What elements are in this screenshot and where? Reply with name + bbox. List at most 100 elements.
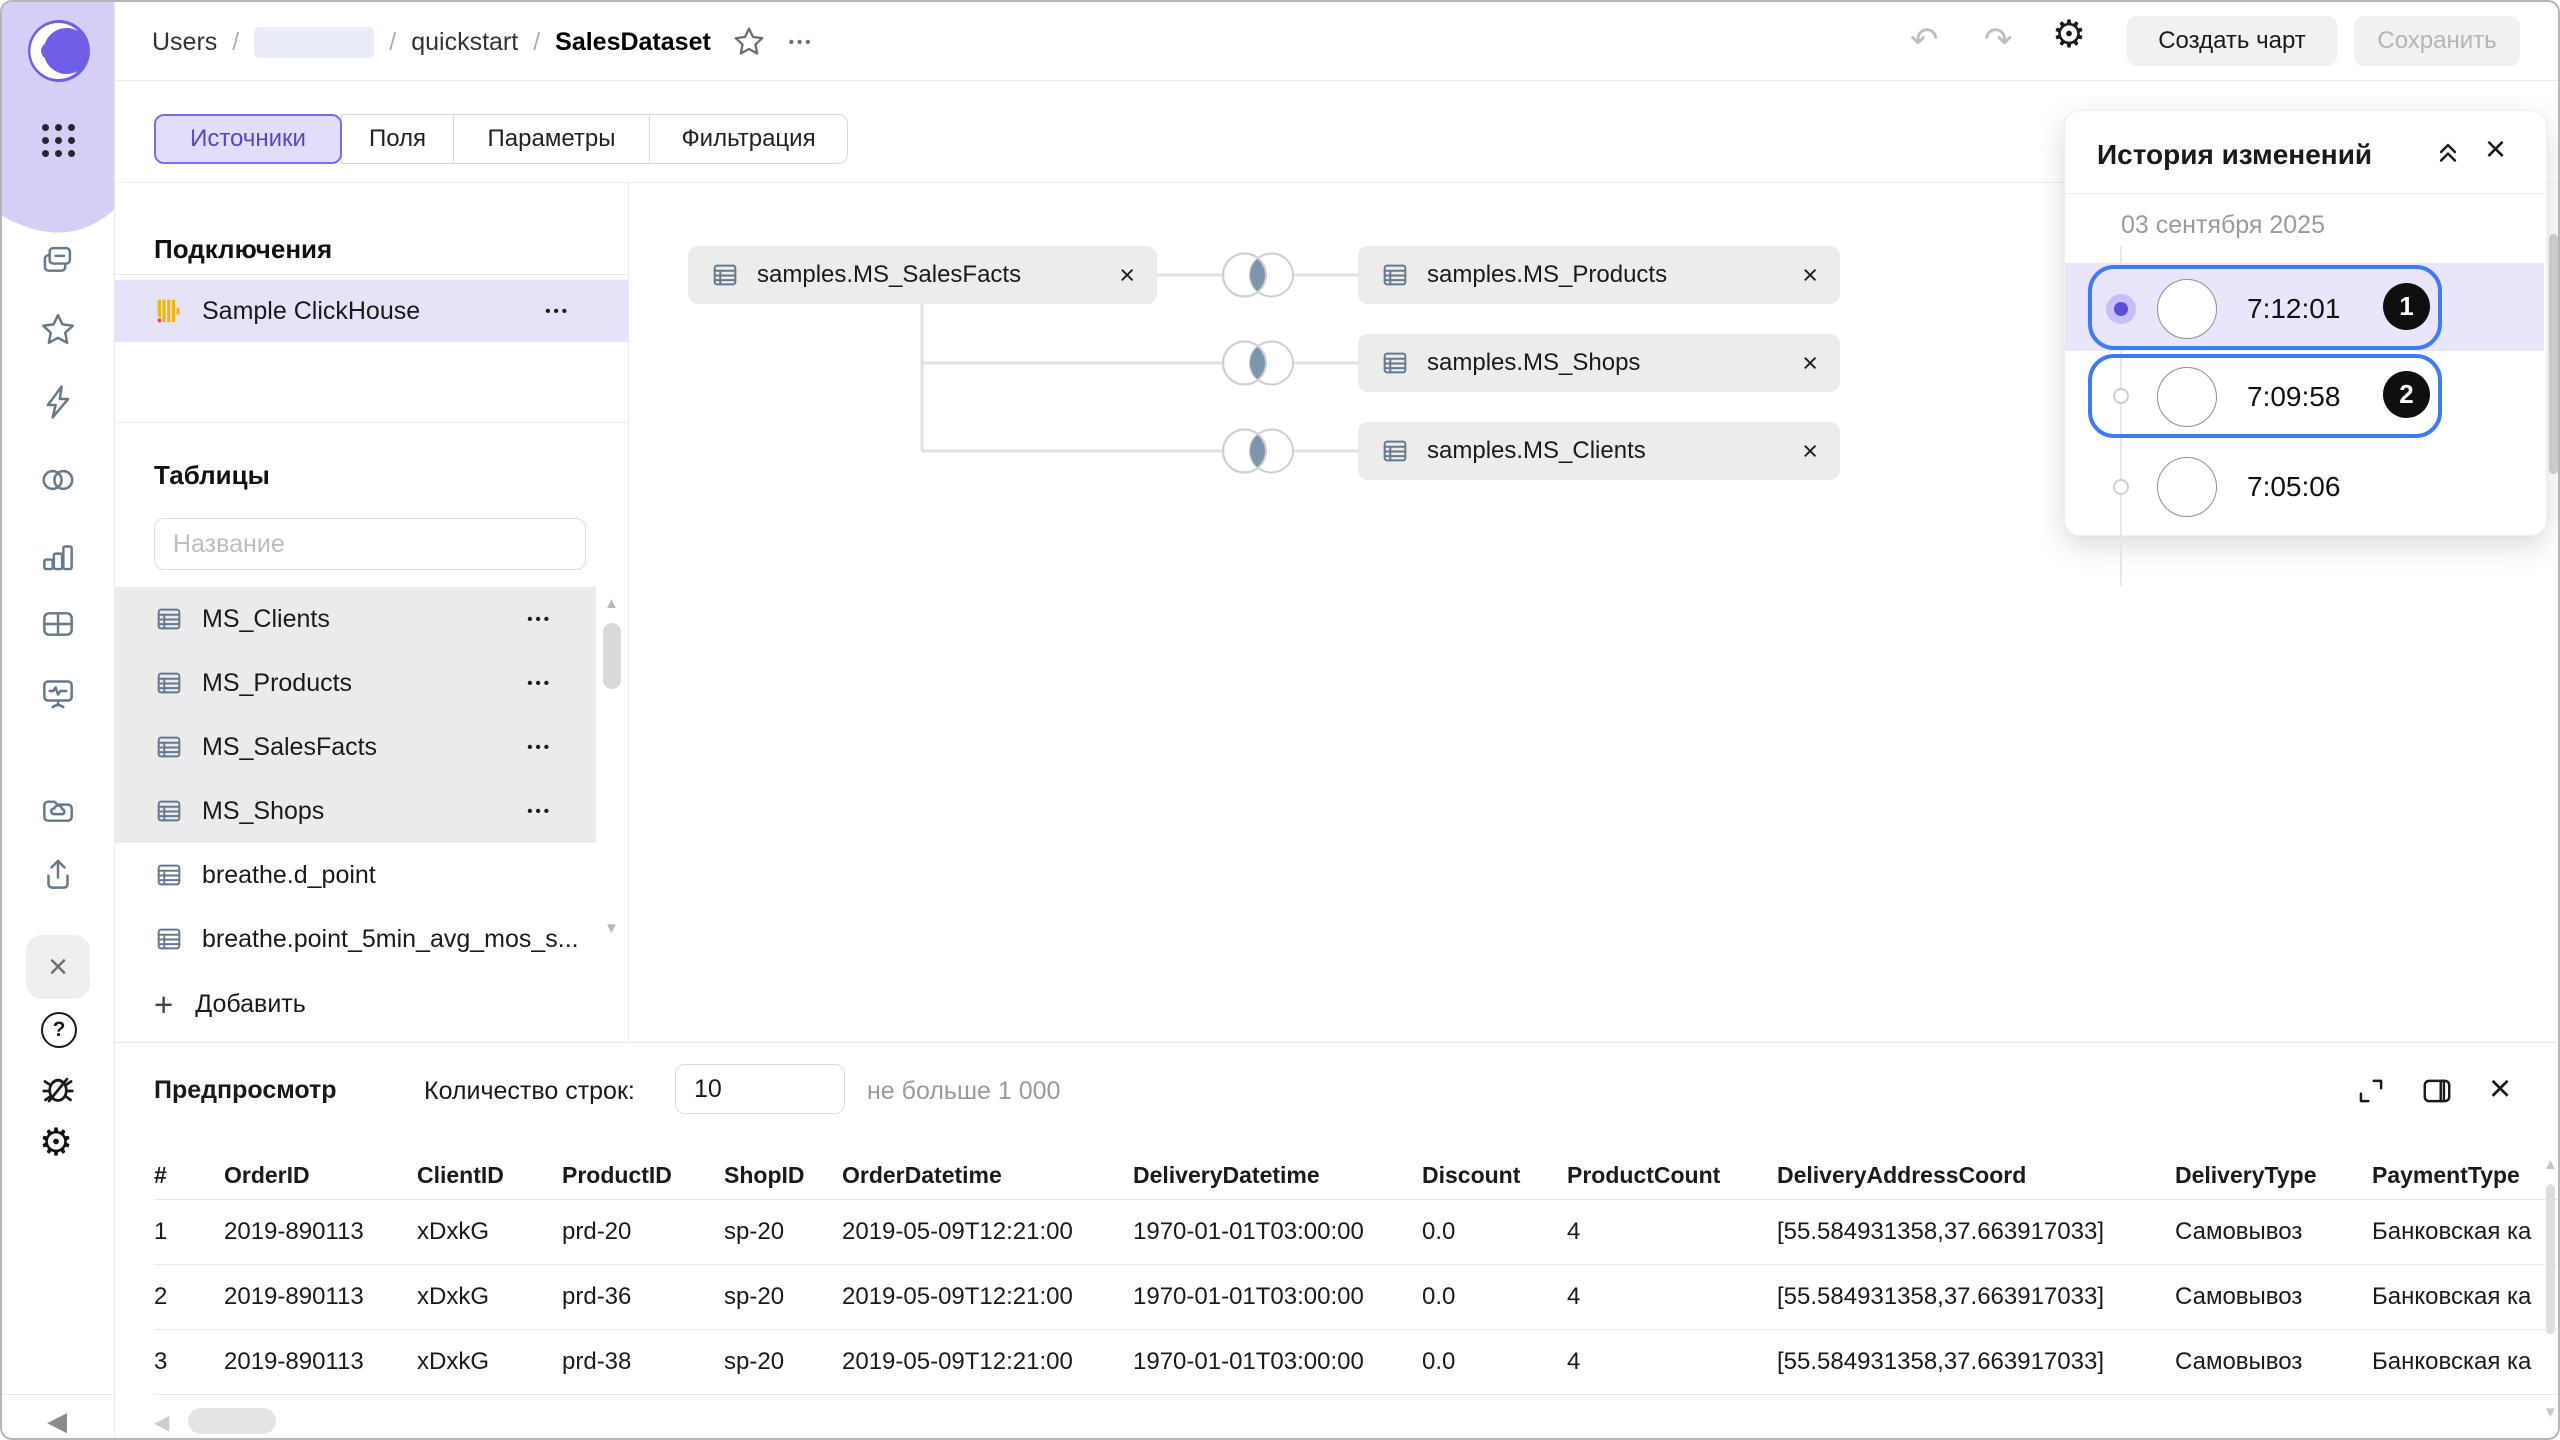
favorites-star-icon[interactable] [39,311,77,349]
table-list-item[interactable]: MS_SalesFacts ••• [114,715,628,779]
datalens-logo[interactable] [26,18,92,84]
preview-scroll-up-icon[interactable]: ▲ [2543,1156,2558,1173]
tab-fields[interactable]: Поля [341,114,454,164]
table-more-icon[interactable]: ••• [527,611,552,628]
canvas-node-shops[interactable]: samples.MS_Shops × [1358,334,1840,392]
canvas-node-clients[interactable]: samples.MS_Clients × [1358,422,1840,480]
canvas-node-products[interactable]: samples.MS_Products × [1358,246,1840,304]
breadcrumb-separator: / [533,28,540,57]
col-header[interactable]: ProductCount [1567,1152,1777,1200]
history-entry-time[interactable]: 7:12:01 [2247,293,2340,325]
storage-cloud-folder-icon[interactable] [39,791,77,829]
scroll-up-icon[interactable]: ▲ [604,595,619,612]
table-search-input[interactable] [154,518,586,570]
page-scrollbar-thumb[interactable] [2549,234,2558,474]
charts-icon[interactable] [39,537,77,575]
preview-scroll-down-icon[interactable]: ▼ [2543,1404,2558,1421]
row-count-input[interactable] [675,1064,845,1114]
col-header[interactable]: Discount [1422,1152,1567,1200]
preview-hscroll-thumb[interactable] [188,1408,276,1434]
favorite-star-icon[interactable] [732,25,766,59]
connections-bolt-icon[interactable] [39,383,77,421]
tab-filtering[interactable]: Фильтрация [649,114,848,164]
col-header[interactable]: ShopID [724,1152,842,1200]
apps-menu-icon[interactable] [42,124,75,157]
preview-vscroll-thumb[interactable] [2546,1184,2555,1334]
table-list-item[interactable]: MS_Shops ••• [114,779,628,843]
undo-icon[interactable]: ↶ [1910,20,1939,60]
remove-table-icon[interactable]: × [1802,438,1818,465]
close-panel-button[interactable]: × [26,935,90,999]
col-header[interactable]: OrderDatetime [842,1152,1133,1200]
breadcrumb-masked-segment[interactable] [254,27,374,58]
table-icon [1380,436,1410,466]
cell: 1970-01-01T03:00:00 [1133,1265,1422,1330]
settings-gear-icon[interactable]: ⚙ [39,1124,73,1162]
tab-sources[interactable]: Источники [154,114,342,164]
collections-icon[interactable] [39,241,77,279]
preview-close-icon[interactable]: × [2489,1070,2511,1108]
col-header[interactable]: # [154,1152,224,1200]
export-upload-icon[interactable] [39,855,77,893]
redo-icon[interactable]: ↷ [1984,20,2013,60]
scrollbar-thumb[interactable] [603,623,621,689]
save-button[interactable]: Сохранить [2354,16,2520,66]
cell: 4 [1567,1265,1777,1330]
join-icon [1223,430,1293,473]
node-label: samples.MS_SalesFacts [757,261,1021,289]
cell: 2019-890113 [224,1330,417,1395]
table-list-item[interactable]: MS_Clients ••• [114,587,628,651]
history-radio[interactable] [2113,388,2129,404]
table-list-item[interactable]: MS_Products ••• [114,651,628,715]
preview-title: Предпросмотр [154,1076,337,1105]
connection-more-icon[interactable]: ••• [545,303,570,320]
remove-table-icon[interactable]: × [1802,262,1818,289]
history-entry-time[interactable]: 7:09:58 [2247,381,2340,413]
history-date: 03 сентября 2025 [2121,211,2325,240]
collapse-sidebar-icon[interactable]: ◀ [47,1406,67,1437]
table-more-icon[interactable]: ••• [527,675,552,692]
tab-parameters[interactable]: Параметры [453,114,650,164]
remove-table-icon[interactable]: × [1119,262,1135,289]
breadcrumb-separator: / [232,28,239,57]
datasets-venn-icon[interactable] [39,461,77,499]
dataset-settings-gear-icon[interactable]: ⚙ [2052,16,2086,54]
close-history-icon[interactable]: × [2485,131,2506,167]
col-header[interactable]: ClientID [417,1152,562,1200]
report-bug-icon[interactable] [39,1069,77,1107]
connection-item-sample-clickhouse[interactable]: Sample ClickHouse ••• [114,280,628,342]
tab-label: Поля [369,125,426,153]
cell: 2019-05-09T12:21:00 [842,1200,1133,1265]
dashboards-grid-icon[interactable] [39,605,77,643]
col-header[interactable]: DeliveryDatetime [1133,1152,1422,1200]
create-chart-button[interactable]: Создать чарт [2127,16,2337,66]
table-more-icon[interactable]: ••• [527,739,552,756]
history-radio-dot [2114,302,2128,316]
preview-fullscreen-icon[interactable] [2354,1074,2388,1108]
col-header[interactable]: PaymentType [2372,1152,2560,1200]
connection-name: Sample ClickHouse [202,297,420,326]
history-radio[interactable] [2113,479,2129,495]
table-more-icon[interactable]: ••• [527,803,552,820]
history-entry-time[interactable]: 7:05:06 [2247,471,2340,503]
breadcrumb-users[interactable]: Users [152,28,217,57]
col-header[interactable]: DeliveryAddressCoord [1777,1152,2175,1200]
col-header[interactable]: OrderID [224,1152,417,1200]
table-list-item[interactable]: breathe.d_point [114,843,628,907]
collapse-panel-icon[interactable] [2431,135,2465,169]
add-table-button[interactable]: + Добавить [154,980,306,1028]
table-list-item[interactable]: breathe.point_5min_avg_mos_s... [114,907,628,971]
remove-table-icon[interactable]: × [1802,350,1818,377]
preview-scroll-left-icon[interactable]: ◀ [154,1410,169,1435]
editor-monitor-icon[interactable] [39,675,77,713]
scroll-down-icon[interactable]: ▼ [604,920,619,937]
help-icon[interactable]: ? [41,1012,77,1048]
more-actions-icon[interactable]: ••• [789,34,814,51]
add-table-label: Добавить [195,990,306,1019]
canvas-node-salesfacts[interactable]: samples.MS_SalesFacts × [688,246,1157,304]
col-header[interactable]: DeliveryType [2175,1152,2372,1200]
breadcrumb-quickstart[interactable]: quickstart [411,28,518,57]
table-list-scrollbar[interactable]: ▲ ▼ [596,587,628,943]
preview-layout-icon[interactable] [2420,1074,2454,1108]
col-header[interactable]: ProductID [562,1152,724,1200]
